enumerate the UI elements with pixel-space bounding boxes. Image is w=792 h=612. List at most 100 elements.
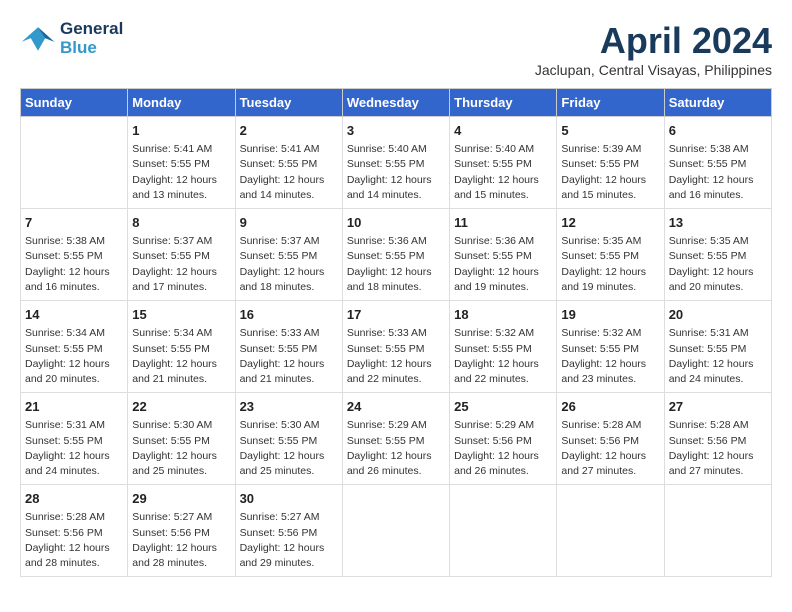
day-info: Sunrise: 5:27 AMSunset: 5:56 PMDaylight:… [132,510,230,571]
week-row-3: 14 Sunrise: 5:34 AMSunset: 5:55 PMDayligh… [21,301,772,393]
day-number: 8 [132,214,230,232]
day-number: 1 [132,122,230,140]
calendar-cell: 14 Sunrise: 5:34 AMSunset: 5:55 PMDayligh… [21,301,128,393]
day-info: Sunrise: 5:30 AMSunset: 5:55 PMDaylight:… [240,418,338,479]
calendar-cell [21,117,128,209]
calendar-table: SundayMondayTuesdayWednesdayThursdayFrid… [20,88,772,577]
day-info: Sunrise: 5:35 AMSunset: 5:55 PMDaylight:… [669,234,767,295]
day-info: Sunrise: 5:28 AMSunset: 5:56 PMDaylight:… [25,510,123,571]
weekday-header-thursday: Thursday [450,89,557,117]
day-number: 10 [347,214,445,232]
title-block: April 2024 Jaclupan, Central Visayas, Ph… [535,20,772,78]
calendar-cell: 8 Sunrise: 5:37 AMSunset: 5:55 PMDaylight… [128,209,235,301]
day-number: 27 [669,398,767,416]
calendar-cell: 30 Sunrise: 5:27 AMSunset: 5:56 PMDayligh… [235,485,342,577]
weekday-header-saturday: Saturday [664,89,771,117]
calendar-cell: 11Sunrise: 5:36 AMSunset: 5:55 PMDayligh… [450,209,557,301]
day-number: 13 [669,214,767,232]
day-number: 15 [132,306,230,324]
day-info: Sunrise: 5:36 AMSunset: 5:55 PMDaylight:… [454,234,552,295]
calendar-cell: 5Sunrise: 5:39 AMSunset: 5:55 PMDaylight… [557,117,664,209]
day-info: Sunrise: 5:34 AMSunset: 5:55 PMDaylight:… [25,326,123,387]
day-number: 16 [240,306,338,324]
day-info: Sunrise: 5:28 AMSunset: 5:56 PMDaylight:… [669,418,767,479]
day-info: Sunrise: 5:29 AMSunset: 5:55 PMDaylight:… [347,418,445,479]
day-info: Sunrise: 5:31 AMSunset: 5:55 PMDaylight:… [669,326,767,387]
day-info: Sunrise: 5:28 AMSunset: 5:56 PMDaylight:… [561,418,659,479]
day-number: 9 [240,214,338,232]
day-info: Sunrise: 5:37 AMSunset: 5:55 PMDaylight:… [132,234,230,295]
calendar-cell: 21 Sunrise: 5:31 AMSunset: 5:55 PMDayligh… [21,393,128,485]
logo: General Blue [20,20,123,57]
day-info: Sunrise: 5:40 AMSunset: 5:55 PMDaylight:… [347,142,445,203]
calendar-cell: 29 Sunrise: 5:27 AMSunset: 5:56 PMDayligh… [128,485,235,577]
day-number: 4 [454,122,552,140]
day-number: 5 [561,122,659,140]
day-info: Sunrise: 5:34 AMSunset: 5:55 PMDaylight:… [132,326,230,387]
day-number: 3 [347,122,445,140]
day-number: 14 [25,306,123,324]
calendar-cell: 6Sunrise: 5:38 AMSunset: 5:55 PMDaylight… [664,117,771,209]
calendar-cell [557,485,664,577]
day-info: Sunrise: 5:38 AMSunset: 5:55 PMDaylight:… [25,234,123,295]
calendar-cell: 18 Sunrise: 5:32 AMSunset: 5:55 PMDayligh… [450,301,557,393]
calendar-cell [342,485,449,577]
day-info: Sunrise: 5:36 AMSunset: 5:55 PMDaylight:… [347,234,445,295]
calendar-cell [664,485,771,577]
calendar-cell: 25Sunrise: 5:29 AMSunset: 5:56 PMDayligh… [450,393,557,485]
day-number: 12 [561,214,659,232]
location: Jaclupan, Central Visayas, Philippines [535,62,772,78]
day-number: 29 [132,490,230,508]
day-number: 19 [561,306,659,324]
logo-icon [20,25,56,53]
calendar-cell: 1Sunrise: 5:41 AMSunset: 5:55 PMDaylight… [128,117,235,209]
day-number: 17 [347,306,445,324]
weekday-header-friday: Friday [557,89,664,117]
calendar-cell: 9 Sunrise: 5:37 AMSunset: 5:55 PMDaylight… [235,209,342,301]
calendar-cell: 23Sunrise: 5:30 AMSunset: 5:55 PMDayligh… [235,393,342,485]
day-number: 18 [454,306,552,324]
weekday-header-monday: Monday [128,89,235,117]
month-title: April 2024 [535,20,772,62]
day-number: 25 [454,398,552,416]
calendar-cell: 12 Sunrise: 5:35 AMSunset: 5:55 PMDayligh… [557,209,664,301]
logo-text: General Blue [60,20,123,57]
day-number: 20 [669,306,767,324]
calendar-cell: 24 Sunrise: 5:29 AMSunset: 5:55 PMDayligh… [342,393,449,485]
day-info: Sunrise: 5:32 AMSunset: 5:55 PMDaylight:… [561,326,659,387]
calendar-cell: 13 Sunrise: 5:35 AMSunset: 5:55 PMDayligh… [664,209,771,301]
day-number: 22 [132,398,230,416]
day-info: Sunrise: 5:37 AMSunset: 5:55 PMDaylight:… [240,234,338,295]
calendar-cell: 16Sunrise: 5:33 AMSunset: 5:55 PMDayligh… [235,301,342,393]
calendar-cell: 2Sunrise: 5:41 AMSunset: 5:55 PMDaylight… [235,117,342,209]
day-info: Sunrise: 5:32 AMSunset: 5:55 PMDaylight:… [454,326,552,387]
week-row-2: 7 Sunrise: 5:38 AMSunset: 5:55 PMDaylight… [21,209,772,301]
day-number: 6 [669,122,767,140]
day-number: 21 [25,398,123,416]
weekday-header-tuesday: Tuesday [235,89,342,117]
calendar-cell: 22 Sunrise: 5:30 AMSunset: 5:55 PMDayligh… [128,393,235,485]
calendar-cell: 28 Sunrise: 5:28 AMSunset: 5:56 PMDayligh… [21,485,128,577]
day-info: Sunrise: 5:31 AMSunset: 5:55 PMDaylight:… [25,418,123,479]
calendar-cell: 15 Sunrise: 5:34 AMSunset: 5:55 PMDayligh… [128,301,235,393]
week-row-5: 28 Sunrise: 5:28 AMSunset: 5:56 PMDayligh… [21,485,772,577]
calendar-cell: 26 Sunrise: 5:28 AMSunset: 5:56 PMDayligh… [557,393,664,485]
day-number: 30 [240,490,338,508]
day-number: 7 [25,214,123,232]
day-info: Sunrise: 5:27 AMSunset: 5:56 PMDaylight:… [240,510,338,571]
page-header: General Blue April 2024 Jaclupan, Centra… [20,20,772,78]
day-number: 28 [25,490,123,508]
calendar-cell [450,485,557,577]
calendar-cell: 17 Sunrise: 5:33 AMSunset: 5:55 PMDayligh… [342,301,449,393]
calendar-cell: 4Sunrise: 5:40 AMSunset: 5:55 PMDaylight… [450,117,557,209]
calendar-cell: 7 Sunrise: 5:38 AMSunset: 5:55 PMDaylight… [21,209,128,301]
calendar-cell: 20 Sunrise: 5:31 AMSunset: 5:55 PMDayligh… [664,301,771,393]
day-info: Sunrise: 5:30 AMSunset: 5:55 PMDaylight:… [132,418,230,479]
day-info: Sunrise: 5:35 AMSunset: 5:55 PMDaylight:… [561,234,659,295]
day-info: Sunrise: 5:33 AMSunset: 5:55 PMDaylight:… [347,326,445,387]
weekday-header-wednesday: Wednesday [342,89,449,117]
weekday-header-row: SundayMondayTuesdayWednesdayThursdayFrid… [21,89,772,117]
day-number: 26 [561,398,659,416]
calendar-cell: 27 Sunrise: 5:28 AMSunset: 5:56 PMDayligh… [664,393,771,485]
day-number: 24 [347,398,445,416]
